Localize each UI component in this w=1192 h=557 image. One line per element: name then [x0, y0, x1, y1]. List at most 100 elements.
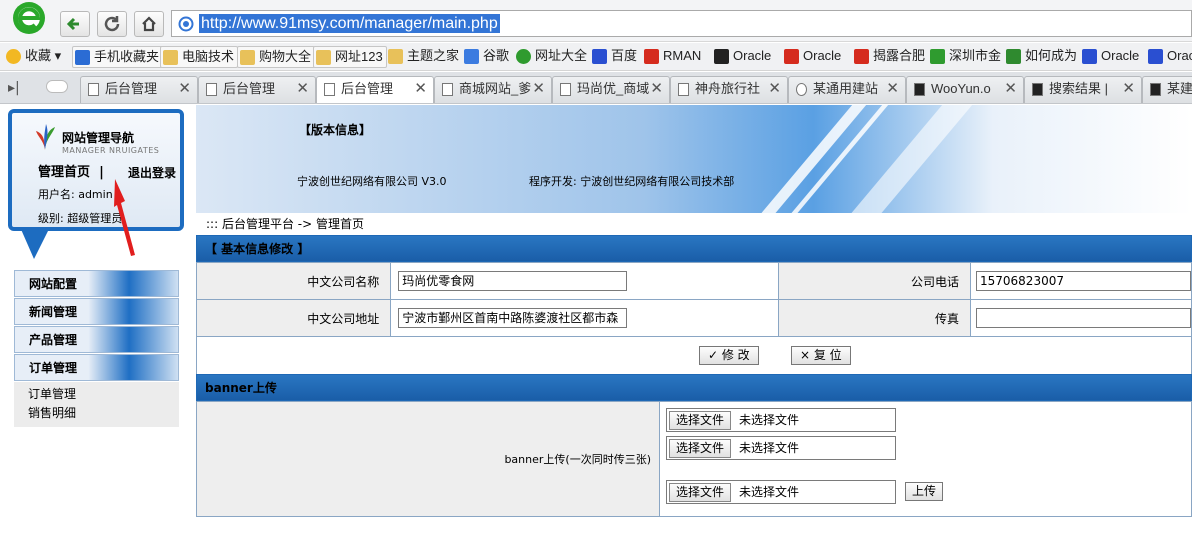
- file-input-2[interactable]: 选择文件 未选择文件: [666, 436, 896, 460]
- basic-info-table: 中文公司名称 玛尚优零食网 公司电话 15706823007 中文公司地址 宁波…: [195, 262, 1192, 337]
- cloud-icon[interactable]: [46, 80, 68, 93]
- bookmark-item[interactable]: 购物大全: [237, 46, 316, 68]
- menu-products[interactable]: 产品管理: [14, 326, 179, 353]
- phone-icon: [75, 50, 90, 65]
- nav-panel: 网站管理导航 MANAGER NRUIGATES 管理首页 | 退出登录 用户名…: [8, 109, 184, 263]
- page-icon: [324, 83, 335, 96]
- bookmark-item[interactable]: 网址123: [313, 46, 387, 68]
- bookmark-favorites[interactable]: 收藏 ▾: [4, 46, 61, 68]
- sidebar-toggle-icon[interactable]: ▸|: [8, 80, 20, 96]
- browser-logo-icon: [13, 2, 45, 34]
- bookmark-item[interactable]: 谷歌: [462, 46, 509, 68]
- page-globe-icon: [178, 16, 194, 32]
- cn-name-label: 中文公司名称: [195, 262, 392, 300]
- refresh-button[interactable]: [97, 11, 127, 37]
- menu-orders[interactable]: 订单管理: [14, 354, 179, 381]
- tab[interactable]: 某通用建站 ✕: [788, 76, 906, 103]
- tab-strip: ▸| 后台管理 ✕ 后台管理 ✕ 后台管理 ✕ 商城网站_爹 ✕ 玛尚优_商域 ✕ 神舟旅…: [0, 72, 1192, 104]
- close-icon[interactable]: ✕: [1004, 77, 1017, 101]
- close-icon[interactable]: ✕: [650, 77, 663, 101]
- google-icon: [464, 49, 479, 64]
- banner-upload-label: banner上传(一次同时传三张): [196, 401, 660, 517]
- bookmark-item[interactable]: Orac: [1146, 46, 1192, 68]
- main-form-area: 【 基本信息修改 】 中文公司名称 玛尚优零食网 公司电话 1570682300…: [195, 235, 1192, 517]
- folder-icon: [163, 50, 178, 65]
- back-button[interactable]: [60, 11, 90, 37]
- wooyun-icon: [1150, 83, 1161, 96]
- wooyun-icon: [914, 83, 925, 96]
- upload-button[interactable]: 上传: [905, 482, 944, 501]
- page-icon: [560, 83, 571, 96]
- url-text[interactable]: http://www.91msy.com/manager/main.php: [199, 14, 500, 33]
- side-menu: 网站配置 新闻管理 产品管理 订单管理 订单管理 销售明细: [14, 270, 179, 427]
- bookmark-item[interactable]: 深圳市金: [928, 46, 1001, 68]
- bookmark-item[interactable]: Oracle: [1080, 46, 1139, 68]
- file-input-3[interactable]: 选择文件 未选择文件: [666, 480, 896, 504]
- cn-name-input[interactable]: 玛尚优零食网: [398, 271, 628, 291]
- banner-upload-table: banner上传(一次同时传三张) 选择文件 未选择文件 选择文件 未选择文件 选择…: [196, 401, 1192, 517]
- choose-file-button[interactable]: 选择文件: [669, 439, 732, 458]
- close-icon[interactable]: ✕: [1122, 77, 1135, 101]
- close-icon[interactable]: ✕: [886, 77, 899, 101]
- bookmark-item[interactable]: 揭露合肥: [852, 46, 925, 68]
- bookmark-item[interactable]: 百度: [590, 46, 637, 68]
- tab[interactable]: 后台管理 ✕: [80, 76, 198, 103]
- bookmark-item[interactable]: 网址大全: [514, 46, 587, 68]
- folder-icon: [388, 49, 403, 64]
- page-icon: [678, 83, 689, 96]
- bookmark-item[interactable]: 电脑技术: [160, 46, 239, 68]
- close-icon[interactable]: ✕: [532, 77, 545, 101]
- globe-icon: [516, 49, 531, 64]
- star-page-icon: [796, 83, 807, 96]
- star-icon: [6, 49, 21, 64]
- reset-button[interactable]: × 复 位: [791, 346, 851, 365]
- wan-logo-icon: [854, 49, 869, 64]
- tab[interactable]: 玛尚优_商域 ✕: [552, 76, 670, 103]
- choose-file-button[interactable]: 选择文件: [669, 483, 732, 502]
- tab[interactable]: 神舟旅行社 ✕: [670, 76, 788, 103]
- bookmark-item[interactable]: 手机收藏夹: [72, 46, 164, 68]
- baidu-paw-icon: [1148, 49, 1163, 64]
- bookmark-item[interactable]: Oracle: [712, 46, 771, 68]
- close-icon[interactable]: ✕: [296, 77, 309, 101]
- company-version: 宁波创世纪网络有限公司 V3.0: [297, 175, 447, 188]
- site-icon: [930, 49, 945, 64]
- fax-input[interactable]: [976, 308, 1191, 328]
- home-button[interactable]: [134, 11, 164, 37]
- bookmark-item[interactable]: RMAN: [642, 46, 701, 68]
- version-banner: 【版本信息】 宁波创世纪网络有限公司 V3.0 程序开发: 宁波创世纪网络有限公…: [196, 105, 1192, 213]
- username-label: 用户名: admin: [38, 188, 113, 201]
- address-bar[interactable]: http://www.91msy.com/manager/main.php: [171, 10, 1192, 37]
- no-file-text: 未选择文件: [739, 485, 800, 499]
- breadcrumb: ::: 后台管理平台 -> 管理首页: [206, 217, 364, 231]
- menu-site-config[interactable]: 网站配置: [14, 270, 179, 297]
- choose-file-button[interactable]: 选择文件: [669, 411, 732, 430]
- tab[interactable]: 搜索结果 | ✕: [1024, 76, 1142, 103]
- c-logo-icon: [784, 49, 799, 64]
- tab[interactable]: 商城网站_爹 ✕: [434, 76, 552, 103]
- bookmark-item[interactable]: Oracle: [782, 46, 841, 68]
- tab-active[interactable]: 后台管理 ✕: [316, 76, 434, 103]
- submenu-order-manage[interactable]: 订单管理: [28, 385, 179, 404]
- orders-submenu: 订单管理 销售明细: [14, 382, 179, 427]
- close-icon[interactable]: ✕: [178, 77, 191, 101]
- wooyun-icon: [1032, 83, 1043, 96]
- tab[interactable]: 某建站: [1142, 76, 1192, 103]
- bookmark-item[interactable]: 主题之家: [386, 46, 459, 68]
- admin-home-link[interactable]: 管理首页 |: [38, 161, 104, 180]
- page-content: 网站管理导航 MANAGER NRUIGATES 管理首页 | 退出登录 用户名…: [0, 105, 1192, 557]
- bookmark-item[interactable]: 如何成为: [1004, 46, 1077, 68]
- c-logo-icon: [644, 49, 659, 64]
- submenu-sales-detail[interactable]: 销售明细: [28, 404, 179, 423]
- level-label: 级别: 超级管理员: [38, 212, 123, 225]
- file-input-1[interactable]: 选择文件 未选择文件: [666, 408, 896, 432]
- menu-news[interactable]: 新闻管理: [14, 298, 179, 325]
- tab[interactable]: 后台管理 ✕: [198, 76, 316, 103]
- modify-button[interactable]: ✓ 修 改: [699, 346, 759, 365]
- close-icon[interactable]: ✕: [768, 77, 781, 101]
- tab[interactable]: WooYun.o ✕: [906, 76, 1024, 103]
- cn-address-input[interactable]: 宁波市鄞州区首南中路陈婆渡社区都市森: [398, 308, 628, 328]
- phone-input[interactable]: 15706823007: [976, 271, 1191, 291]
- close-icon[interactable]: ✕: [414, 77, 427, 101]
- home-icon: [142, 16, 156, 32]
